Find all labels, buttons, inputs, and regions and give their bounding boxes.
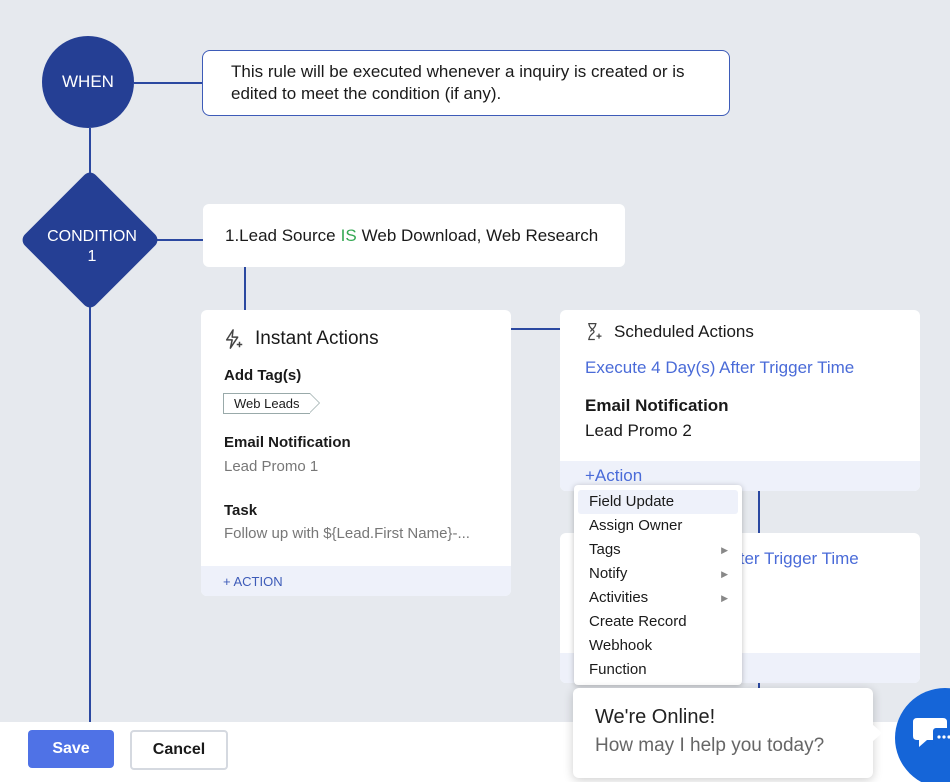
instant-add-action-button[interactable]: + ACTION (201, 566, 511, 596)
condition-to-actions-connector (244, 267, 246, 310)
menu-item-function[interactable]: Function (578, 658, 738, 682)
when-node: WHEN (42, 36, 134, 128)
condition-operator: IS (340, 225, 357, 245)
save-button[interactable]: Save (28, 730, 114, 768)
instant-email-value[interactable]: Lead Promo 1 (224, 458, 318, 475)
scheduled-email-label: Email Notification (585, 396, 729, 415)
cancel-button[interactable]: Cancel (130, 730, 228, 770)
instant-actions-title: Instant Actions (255, 328, 379, 349)
scheduled-chain-connector (758, 491, 760, 533)
instant-actions-header: Instant Actions (223, 328, 379, 350)
menu-item-create-record[interactable]: Create Record (578, 610, 738, 634)
condition-field: 1.Lead Source (225, 225, 336, 245)
scheduled-email-value[interactable]: Lead Promo 2 (585, 421, 692, 441)
chevron-right-icon: ▶ (721, 593, 728, 603)
instant-actions-card: Instant Actions Add Tag(s) Web Leads Ema… (201, 310, 511, 596)
condition-value: Web Download, Web Research (361, 225, 599, 245)
condition-criteria-box[interactable]: 1.Lead Source IS Web Download, Web Resea… (203, 204, 625, 267)
instant-email-label: Email Notification (224, 434, 351, 451)
chat-subtitle: How may I help you today? (595, 735, 825, 756)
menu-item-field-update[interactable]: Field Update (578, 490, 738, 514)
instant-to-scheduled-connector (511, 328, 560, 330)
scheduled-actions-header: Scheduled Actions (584, 322, 754, 342)
task-label: Task (224, 502, 258, 519)
condition-connector (150, 239, 203, 241)
hourglass-plus-icon (588, 323, 602, 341)
task-value[interactable]: Follow up with ${Lead.First Name}-... (224, 525, 470, 542)
scheduled-actions-card: Scheduled Actions Execute 4 Day(s) After… (560, 310, 920, 491)
chat-greeting-bubble[interactable]: We're Online! How may I help you today? (573, 688, 882, 778)
chevron-right-icon: ▶ (721, 545, 728, 555)
scheduled-actions-title: Scheduled Actions (614, 322, 754, 341)
menu-item-notify[interactable]: Notify ▶ (578, 562, 738, 586)
condition-label: CONDITION 1 (47, 228, 137, 265)
when-description: This rule will be executed whenever a in… (231, 62, 685, 103)
schedule-time-link[interactable]: Execute 4 Day(s) After Trigger Time (585, 358, 854, 378)
when-description-box: This rule will be executed whenever a in… (202, 50, 730, 116)
menu-item-webhook[interactable]: Webhook (578, 634, 738, 658)
lightning-plus-icon (225, 329, 243, 349)
menu-item-activities[interactable]: Activities ▶ (578, 586, 738, 610)
tag-chip[interactable]: Web Leads (223, 393, 320, 414)
add-tags-label: Add Tag(s) (224, 367, 302, 384)
action-dropdown-menu: Field Update Assign Owner Tags ▶ Notify ▶ … (574, 485, 742, 685)
when-connector (134, 82, 202, 84)
schedule-time-link-2[interactable]: fter Trigger Time (735, 549, 859, 569)
chat-icon (913, 718, 950, 747)
chat-title: We're Online! (595, 706, 716, 728)
when-label: WHEN (62, 72, 114, 91)
menu-item-assign-owner[interactable]: Assign Owner (578, 514, 738, 538)
chevron-right-icon: ▶ (721, 569, 728, 579)
menu-item-tags[interactable]: Tags ▶ (578, 538, 738, 562)
